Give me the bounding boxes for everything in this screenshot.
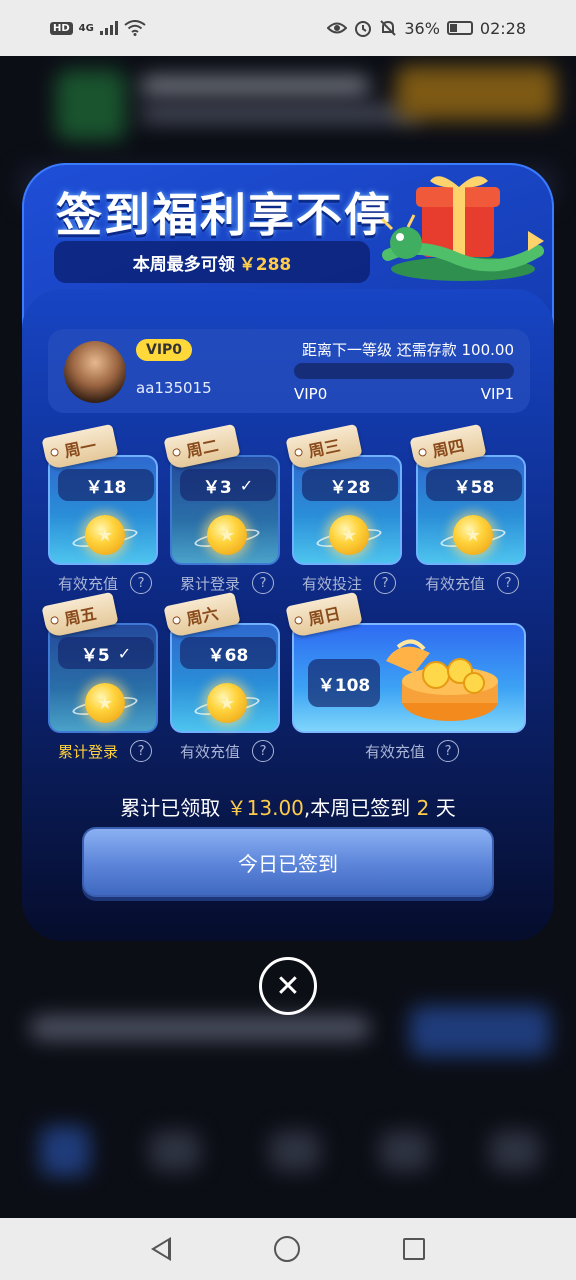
recents-icon[interactable]	[402, 1238, 425, 1260]
help-icon[interactable]: ?	[374, 572, 397, 594]
reward-amount: ￥58	[426, 469, 522, 501]
check-icon: ✓	[239, 475, 254, 495]
requirement-tuesday: 累计登录?	[180, 572, 275, 594]
treasure-chest-icon	[386, 639, 498, 721]
signed-days-count: 2	[416, 796, 430, 820]
network-type: 4G	[78, 22, 94, 34]
signed-in-today-button[interactable]: 今日已签到	[82, 827, 494, 897]
help-icon[interactable]: ?	[437, 740, 460, 762]
alarm-icon	[355, 21, 372, 37]
battery-percent: 36%	[404, 18, 440, 38]
help-icon[interactable]: ?	[130, 572, 153, 594]
modal-title: 签到福利享不停	[56, 188, 392, 242]
day-card-wednesday[interactable]: 周三 ￥28	[285, 423, 402, 565]
level-from: VIP0	[294, 385, 328, 403]
vip-profile-card: VIP0 aa135015 距离下一等级 还需存款 100.00 VIP0 VI…	[48, 329, 530, 413]
coin-icon	[207, 515, 247, 555]
back-icon[interactable]	[151, 1237, 172, 1261]
day-card-tuesday[interactable]: 周二 ￥3 ✓	[163, 423, 280, 565]
reward-amount: ￥18	[58, 469, 154, 501]
requirement-friday: 累计登录?	[58, 740, 153, 762]
requirement-saturday: 有效充值?	[180, 740, 275, 762]
day-card-thursday[interactable]: 周四 ￥58	[409, 423, 526, 565]
level-progress-bar	[294, 363, 514, 379]
status-bar: HD 4G 36% 02:28	[0, 0, 576, 56]
home-icon[interactable]	[273, 1236, 300, 1262]
coin-icon	[329, 515, 369, 555]
sign-in-summary: 累计已领取 ￥13.00,本周已签到 2 天	[120, 796, 456, 820]
vip-badge: VIP0	[136, 339, 193, 361]
wifi-icon	[124, 20, 146, 36]
weekly-max-amount: ￥288	[238, 254, 292, 275]
gift-dragon-icon	[380, 176, 544, 281]
requirement-monday: 有效充值?	[58, 572, 153, 594]
help-icon[interactable]: ?	[497, 572, 520, 594]
status-left: HD 4G	[50, 20, 146, 36]
claimed-amount: ￥13.00	[226, 796, 304, 820]
next-level-text: 距离下一等级 还需存款 100.00	[301, 341, 514, 359]
battery-icon	[446, 21, 473, 35]
day-card-friday[interactable]: 周五 ￥5 ✓	[41, 591, 158, 733]
day-card-monday[interactable]: 周一 ￥18	[41, 423, 158, 565]
day-card-saturday[interactable]: 周六 ￥68	[163, 591, 280, 733]
requirement-wednesday: 有效投注?	[302, 572, 397, 594]
help-icon[interactable]: ?	[130, 740, 153, 762]
day-card-sunday[interactable]: 周日 ￥108	[285, 591, 526, 733]
eye-icon	[327, 22, 348, 34]
weekly-max-banner: 本周最多可领 ￥288	[54, 241, 370, 283]
coin-icon	[453, 515, 493, 555]
mute-bell-icon	[380, 20, 397, 36]
clock: 02:28	[479, 18, 526, 38]
check-icon: ✓	[117, 643, 132, 663]
reward-amount: ￥108	[308, 659, 380, 707]
coin-icon	[85, 515, 125, 555]
reward-amount: ￥5 ✓	[58, 637, 154, 669]
requirement-sunday: 有效充值?	[365, 740, 460, 762]
requirement-thursday: 有效充值?	[425, 572, 520, 594]
coin-icon	[85, 683, 125, 723]
coin-icon	[207, 683, 247, 723]
help-icon[interactable]: ?	[252, 572, 275, 594]
username: aa135015	[136, 379, 212, 397]
reward-amount: ￥3 ✓	[180, 469, 276, 501]
avatar	[64, 341, 126, 403]
weekly-max-label: 本周最多可领	[132, 254, 235, 275]
level-to: VIP1	[480, 385, 514, 403]
close-button[interactable]: ✕	[259, 957, 317, 1015]
hd-icon: HD	[50, 21, 73, 35]
reward-amount: ￥68	[180, 637, 276, 669]
status-right: 36% 02:28	[327, 19, 526, 38]
help-icon[interactable]: ?	[252, 740, 275, 762]
signal-icon	[99, 21, 118, 35]
reward-amount: ￥28	[302, 469, 398, 501]
system-nav-bar	[0, 1218, 576, 1280]
